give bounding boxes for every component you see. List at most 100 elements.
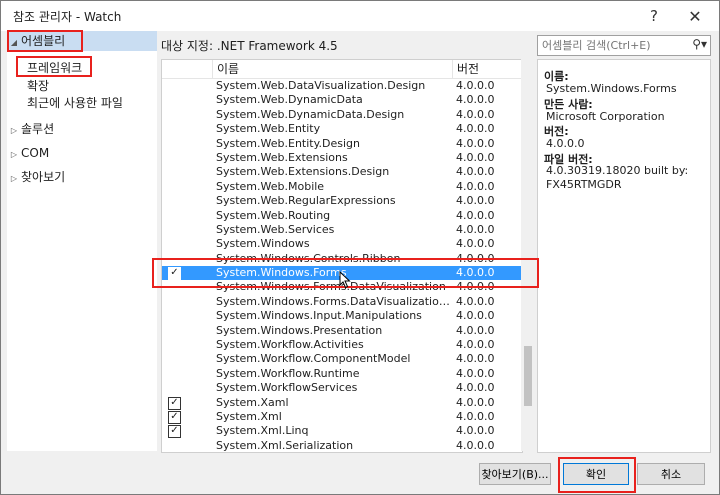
table-row[interactable]: ✓ System.Xaml 4.0.0.0	[162, 396, 522, 410]
row-version: 4.0.0.0	[456, 309, 495, 323]
row-version: 4.0.0.0	[456, 381, 495, 395]
table-row[interactable]: System.Windows.Forms.DataVisualization.D…	[162, 295, 522, 309]
nav-extensions-label: 확장	[27, 79, 50, 93]
table-row[interactable]: System.Windows.Input.Manipulations 4.0.0.…	[162, 309, 522, 323]
row-name: System.WorkflowServices	[216, 381, 358, 395]
title-bar: 참조 관리자 - Watch ? ✕	[1, 1, 719, 31]
assembly-rows: System.Web.DataVisualization.Design 4.0.0…	[162, 79, 522, 452]
table-row[interactable]: System.Web.Extensions 4.0.0.0	[162, 151, 522, 165]
nav-browse[interactable]: ▷ 찾아보기	[7, 167, 65, 187]
nav-assemblies-label: 어셈블리	[21, 34, 66, 48]
row-version: 4.0.0.0	[456, 122, 495, 136]
table-row[interactable]: System.Web.Mobile 4.0.0.0	[162, 180, 522, 194]
search-box[interactable]: ⚲▾	[537, 35, 711, 56]
row-name: System.Web.DynamicData	[216, 93, 363, 107]
table-row[interactable]: System.Windows.Controls.Ribbon 4.0.0.0	[162, 252, 522, 266]
row-version: 4.0.0.0	[456, 409, 495, 423]
row-version: 4.0.0.0	[456, 366, 495, 380]
nav-com-label: COM	[21, 146, 50, 160]
collapsed-arrow-icon: ▷	[10, 150, 18, 159]
mouse-pointer-icon	[339, 271, 351, 289]
table-row[interactable]: ✓ System.Xml.Linq 4.0.0.0	[162, 424, 522, 439]
ok-button[interactable]: 확인	[563, 463, 629, 485]
row-name: System.Windows.Forms.DataVisualization.D…	[216, 294, 452, 308]
table-row[interactable]: System.Web.RegularExpressions 4.0.0.0	[162, 194, 522, 208]
row-version: 4.0.0.0	[456, 395, 495, 409]
row-name: System.Workflow.ComponentModel	[216, 352, 411, 366]
row-version: 4.0.0.0	[456, 179, 495, 193]
table-row[interactable]: System.Web.DynamicData.Design 4.0.0.0	[162, 108, 522, 122]
row-version: 4.0.0.0	[456, 338, 495, 352]
nav-assemblies[interactable]: ◢ 어셈블리	[7, 31, 157, 51]
table-row[interactable]: System.Windows.Presentation 4.0.0.0	[162, 324, 522, 338]
row-name: System.Web.Mobile	[216, 179, 325, 193]
detail-author-value: Microsoft Corporation	[546, 110, 665, 123]
table-row[interactable]: System.Workflow.Activities 4.0.0.0	[162, 338, 522, 352]
nav-framework[interactable]: 프레임워크	[27, 58, 82, 78]
detail-fileversion-value: 4.0.30319.18020 built by:	[546, 164, 689, 177]
row-version: 4.0.0.0	[456, 194, 495, 208]
row-name: System.Xml.Linq	[216, 424, 309, 438]
collapsed-arrow-icon: ▷	[10, 174, 18, 183]
table-row[interactable]: System.Web.DataVisualization.Design 4.0.0…	[162, 79, 522, 93]
collapsed-arrow-icon: ▷	[10, 126, 18, 135]
row-version: 4.0.0.0	[456, 294, 495, 308]
row-checkbox[interactable]: ✓	[168, 396, 181, 410]
expanded-arrow-icon: ◢	[10, 38, 18, 47]
table-row[interactable]: System.Workflow.ComponentModel 4.0.0.0	[162, 352, 522, 366]
nav-recent[interactable]: 최근에 사용한 파일	[27, 93, 123, 113]
nav-solution-label: 솔루션	[21, 122, 55, 136]
list-scrollbar[interactable]	[521, 59, 535, 451]
search-input[interactable]	[538, 36, 694, 55]
nav-com[interactable]: ▷ COM	[7, 143, 49, 163]
cancel-button[interactable]: 취소	[637, 463, 705, 485]
row-version: 4.0.0.0	[456, 323, 495, 337]
row-checkbox[interactable]: ✓	[168, 267, 181, 281]
table-row[interactable]: System.Web.Services 4.0.0.0	[162, 223, 522, 237]
row-checkbox[interactable]: ✓	[168, 410, 181, 424]
row-version: 4.0.0.0	[456, 266, 495, 280]
row-version: 4.0.0.0	[456, 107, 495, 121]
table-row[interactable]: System.Web.Entity 4.0.0.0	[162, 122, 522, 136]
row-name: System.Windows.Forms.DataVisualization	[216, 280, 446, 294]
row-version: 4.0.0.0	[456, 222, 495, 236]
row-name: System.Xaml	[216, 395, 289, 409]
table-row[interactable]: System.Xml.Serialization 4.0.0.0	[162, 438, 522, 452]
table-row[interactable]: System.Workflow.Runtime 4.0.0.0	[162, 367, 522, 381]
reference-manager-window: 참조 관리자 - Watch ? ✕ ◢ 어셈블리 프레임워크 확장 최근에 사용…	[0, 0, 720, 495]
table-row[interactable]: System.Web.DynamicData 4.0.0.0	[162, 93, 522, 107]
row-version: 4.0.0.0	[456, 280, 495, 294]
column-header-version[interactable]: 버전	[452, 60, 517, 78]
row-name: System.Web.Services	[216, 222, 335, 236]
navigation-panel: ◢ 어셈블리 프레임워크 확장 최근에 사용한 파일 ▷ 솔루션 ▷ COM ▷ 찾아보…	[7, 31, 157, 451]
assembly-list: 이름 버전 System.Web.DataVisualization.Desig…	[161, 59, 523, 453]
column-header-name[interactable]: 이름	[212, 60, 457, 78]
row-name: System.Web.Entity	[216, 122, 321, 136]
table-row[interactable]: System.Web.Routing 4.0.0.0	[162, 209, 522, 223]
row-version: 4.0.0.0	[456, 424, 495, 438]
row-version: 4.0.0.0	[456, 438, 495, 452]
scrollbar-thumb[interactable]	[524, 346, 532, 406]
row-name: System.Windows.Presentation	[216, 323, 383, 337]
row-version: 4.0.0.0	[456, 136, 495, 150]
table-row[interactable]: ✓ System.Xml 4.0.0.0	[162, 410, 522, 424]
search-icon[interactable]: ⚲▾	[692, 37, 707, 51]
row-name: System.Web.DataVisualization.Design	[216, 79, 426, 92]
table-row[interactable]: System.Web.Extensions.Design 4.0.0.0	[162, 165, 522, 179]
row-name: System.Windows.Forms	[216, 266, 347, 280]
help-button[interactable]: ?	[634, 3, 674, 29]
nav-solution[interactable]: ▷ 솔루션	[7, 119, 54, 139]
table-row[interactable]: System.WorkflowServices 4.0.0.0	[162, 381, 522, 395]
row-version: 4.0.0.0	[456, 237, 495, 251]
row-version: 4.0.0.0	[456, 208, 495, 222]
nav-framework-label: 프레임워크	[27, 61, 83, 75]
row-checkbox[interactable]: ✓	[168, 425, 181, 439]
detail-version-value: 4.0.0.0	[546, 137, 585, 150]
table-row[interactable]: System.Windows 4.0.0.0	[162, 237, 522, 251]
table-row[interactable]: System.Web.Entity.Design 4.0.0.0	[162, 137, 522, 151]
browse-button[interactable]: 찾아보기(B)...	[479, 463, 551, 485]
nav-recent-label: 최근에 사용한 파일	[27, 96, 123, 110]
row-version: 4.0.0.0	[456, 93, 495, 107]
close-button[interactable]: ✕	[675, 3, 715, 29]
row-name: System.Web.Routing	[216, 208, 331, 222]
